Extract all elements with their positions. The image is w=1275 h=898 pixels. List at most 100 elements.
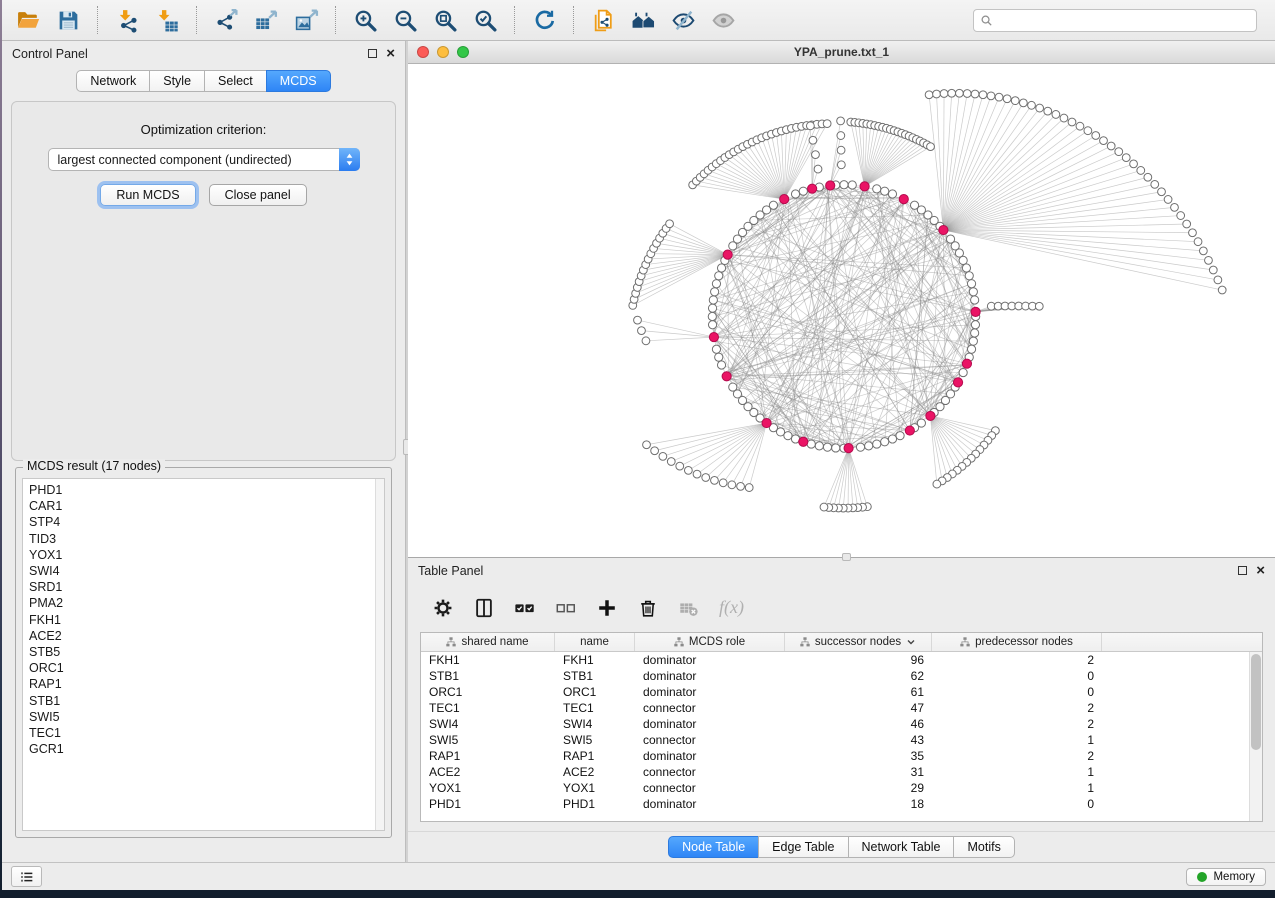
column-header-name[interactable]: name [555, 633, 635, 651]
search-input[interactable] [973, 9, 1257, 32]
table-cell-shared-name: SWI4 [421, 716, 555, 732]
table-cell-name: FKH1 [555, 652, 635, 668]
mcds-result-item[interactable]: GCR1 [29, 741, 384, 757]
column-visibility-icon[interactable] [471, 595, 497, 621]
tab-select[interactable]: Select [204, 70, 267, 92]
select-all-icon[interactable] [512, 595, 538, 621]
table-cell-successor-nodes: 96 [785, 652, 932, 668]
zoom-in-icon[interactable] [345, 3, 385, 37]
tab-edge-table[interactable]: Edge Table [758, 836, 848, 858]
table-row[interactable]: RAP1RAP1dominator352 [421, 748, 1249, 764]
tab-motifs[interactable]: Motifs [953, 836, 1014, 858]
refresh-icon[interactable] [524, 3, 564, 37]
close-panel-button[interactable]: Close panel [209, 184, 307, 206]
run-mcds-button[interactable]: Run MCDS [100, 184, 195, 206]
tab-style[interactable]: Style [149, 70, 205, 92]
mcds-result-item[interactable]: ACE2 [29, 628, 384, 644]
float-table-panel-icon[interactable] [1238, 566, 1247, 575]
mcds-result-list[interactable]: PHD1CAR1STP4TID3YOX1SWI4SRD1PMA2FKH1ACE2… [22, 478, 385, 831]
function-builder-icon: f(x) [717, 595, 746, 621]
import-table-icon[interactable] [147, 3, 187, 37]
column-header-predecessor-nodes[interactable]: predecessor nodes [932, 633, 1102, 651]
delete-column-icon[interactable] [635, 595, 661, 621]
mcds-result-item[interactable]: SWI4 [29, 563, 384, 579]
tab-mcds[interactable]: MCDS [266, 70, 331, 92]
table-row[interactable]: SWI4SWI4dominator462 [421, 716, 1249, 732]
mcds-result-item[interactable]: PMA2 [29, 595, 384, 611]
open-file-icon[interactable] [8, 3, 48, 37]
network-home-icon[interactable] [623, 3, 663, 37]
table-cell-shared-name: STB1 [421, 668, 555, 684]
hide-selected-icon[interactable] [663, 3, 703, 37]
share-document-icon[interactable] [583, 3, 623, 37]
mcds-result-item[interactable]: STP4 [29, 514, 384, 530]
list-menu-icon [19, 869, 35, 885]
table-cell-mcds-role: dominator [635, 652, 785, 668]
window-zoom-button[interactable] [457, 46, 469, 58]
mcds-result-item[interactable]: RAP1 [29, 676, 384, 692]
table-cell-name: SWI5 [555, 732, 635, 748]
float-panel-icon[interactable] [368, 49, 377, 58]
status-bar: Memory [2, 862, 1275, 890]
window-minimize-button[interactable] [437, 46, 449, 58]
table-scrollbar[interactable] [1249, 652, 1262, 821]
table-row[interactable]: TEC1TEC1connector472 [421, 700, 1249, 716]
mcds-result-item[interactable]: STB1 [29, 693, 384, 709]
zoom-selected-icon[interactable] [465, 3, 505, 37]
table-body: FKH1FKH1dominator962STB1STB1dominator620… [421, 652, 1249, 821]
tab-network[interactable]: Network [76, 70, 150, 92]
column-header-mcds-role[interactable]: MCDS role [635, 633, 785, 651]
tab-network-table[interactable]: Network Table [848, 836, 955, 858]
close-panel-icon[interactable]: × [386, 49, 395, 59]
export-table-icon[interactable] [246, 3, 286, 37]
mcds-result-item[interactable]: SWI5 [29, 709, 384, 725]
table-row[interactable]: ORC1ORC1dominator610 [421, 684, 1249, 700]
import-network-icon[interactable] [107, 3, 147, 37]
window-close-button[interactable] [417, 46, 429, 58]
table-cell-shared-name: TEC1 [421, 700, 555, 716]
zoom-out-icon[interactable] [385, 3, 425, 37]
mcds-result-item[interactable]: STB5 [29, 644, 384, 660]
horizontal-splitter-grip[interactable] [842, 553, 851, 561]
mcds-list-scrollbar[interactable] [375, 479, 384, 830]
mcds-result-item[interactable]: CAR1 [29, 498, 384, 514]
mcds-result-item[interactable]: TID3 [29, 531, 384, 547]
add-column-icon[interactable] [594, 595, 620, 621]
tab-node-table[interactable]: Node Table [668, 836, 759, 858]
zoom-fit-icon[interactable] [425, 3, 465, 37]
task-history-button[interactable] [11, 866, 42, 887]
table-scrollbar-thumb[interactable] [1251, 654, 1261, 750]
column-header-successor-nodes[interactable]: successor nodes [785, 633, 932, 651]
mcds-result-item[interactable]: TEC1 [29, 725, 384, 741]
mcds-result-item[interactable]: FKH1 [29, 612, 384, 628]
export-image-icon[interactable] [286, 3, 326, 37]
select-stepper-icon [339, 148, 360, 171]
table-row[interactable]: YOX1YOX1connector291 [421, 780, 1249, 796]
table-row[interactable]: PHD1PHD1dominator180 [421, 796, 1249, 812]
close-table-panel-icon[interactable]: × [1256, 566, 1265, 576]
network-view-window: YPA_prune.txt_1 [408, 41, 1275, 558]
mcds-result-item[interactable]: ORC1 [29, 660, 384, 676]
export-network-icon[interactable] [206, 3, 246, 37]
settings-gear-icon[interactable] [430, 595, 456, 621]
network-window-titlebar[interactable]: YPA_prune.txt_1 [408, 41, 1275, 64]
table-cell-mcds-role: dominator [635, 748, 785, 764]
table-cell-shared-name: FKH1 [421, 652, 555, 668]
table-row[interactable]: SWI5SWI5connector431 [421, 732, 1249, 748]
table-cell-successor-nodes: 47 [785, 700, 932, 716]
deselect-all-icon[interactable] [553, 595, 579, 621]
mcds-result-item[interactable]: SRD1 [29, 579, 384, 595]
mcds-result-item[interactable]: PHD1 [29, 482, 384, 498]
network-canvas[interactable] [408, 64, 1275, 557]
save-session-icon[interactable] [48, 3, 88, 37]
search-icon [979, 13, 994, 28]
table-row[interactable]: FKH1FKH1dominator962 [421, 652, 1249, 668]
table-cell-name: ORC1 [555, 684, 635, 700]
table-row[interactable]: STB1STB1dominator620 [421, 668, 1249, 684]
mcds-result-item[interactable]: YOX1 [29, 547, 384, 563]
column-header-shared-name[interactable]: shared name [421, 633, 555, 651]
table-row[interactable]: ACE2ACE2connector311 [421, 764, 1249, 780]
optimization-criterion-select[interactable]: largest connected component (undirected) [48, 148, 360, 171]
search-field [973, 9, 1257, 32]
memory-button[interactable]: Memory [1186, 868, 1266, 886]
